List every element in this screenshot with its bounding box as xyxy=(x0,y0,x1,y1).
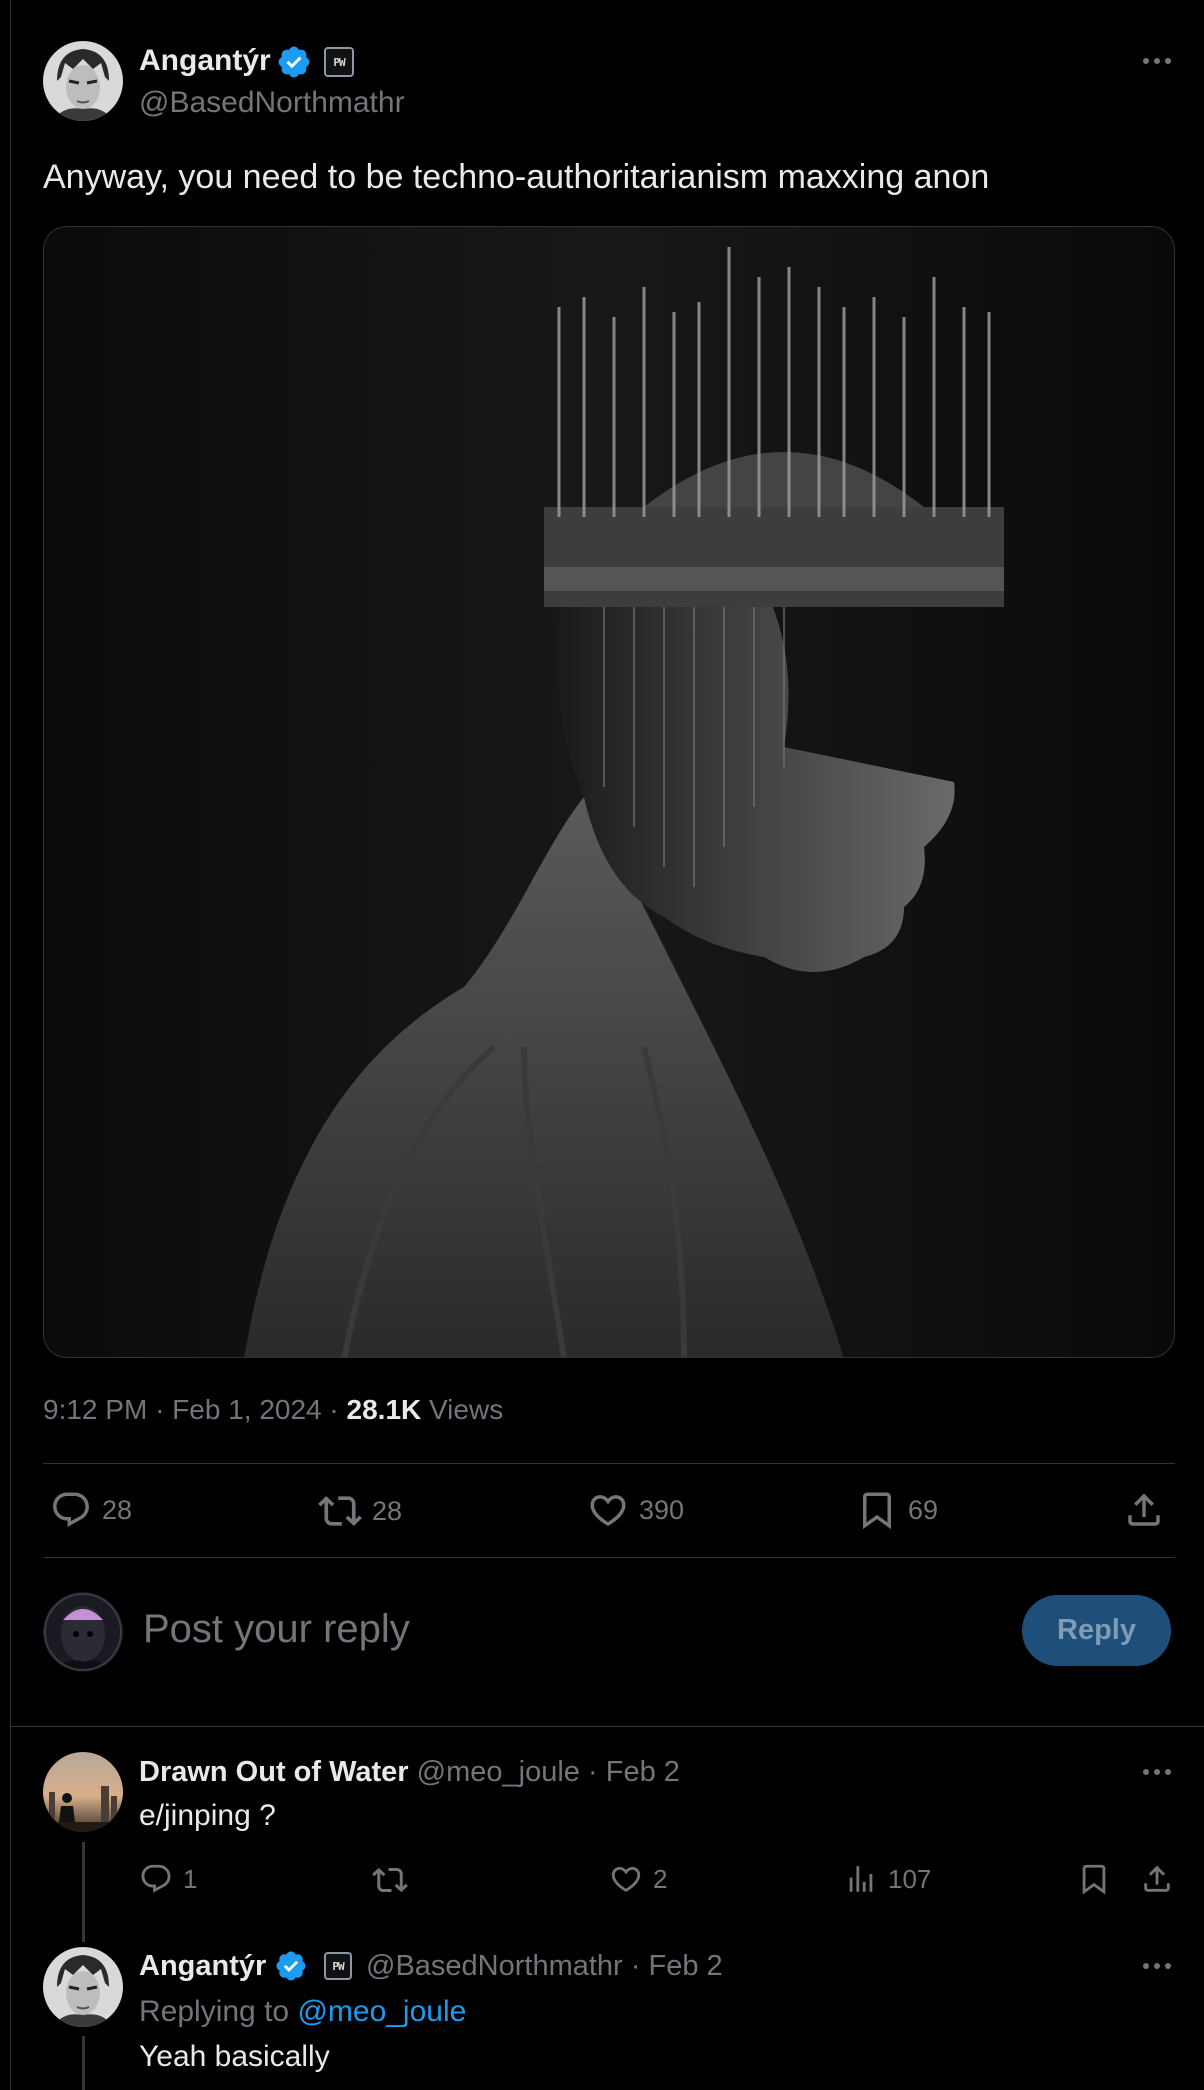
reply-text: Yeah basically xyxy=(139,2040,330,2073)
reply-author-name[interactable]: Angantýr xyxy=(139,1950,266,1983)
views-label: Views xyxy=(429,1394,504,1425)
reply-text: e/jinping ? xyxy=(139,1799,276,1832)
reply-author-handle[interactable]: @meo_joule xyxy=(417,1756,580,1788)
verified-icon[interactable] xyxy=(274,1949,308,1983)
like-action[interactable]: 2 xyxy=(609,1862,667,1896)
reply-count: 28 xyxy=(102,1494,133,1525)
thread-connector xyxy=(82,1842,85,1942)
affiliate-badge[interactable]: PW xyxy=(324,1952,352,1980)
verified-icon[interactable] xyxy=(276,44,312,80)
reply-icon xyxy=(141,1864,171,1893)
like-action[interactable]: 390 xyxy=(587,1489,684,1531)
post-timestamp: 9:12 PM · Feb 1, 2024 · 28.1K Views xyxy=(43,1394,503,1426)
separator: · xyxy=(329,1394,339,1425)
author-avatar[interactable] xyxy=(43,41,123,121)
share-action[interactable] xyxy=(1123,1489,1165,1531)
reply-author-name[interactable]: Drawn Out of Water xyxy=(139,1756,409,1788)
repost-icon xyxy=(318,1496,362,1526)
bookmark-action[interactable] xyxy=(1077,1862,1111,1896)
reply-meta: @BasedNorthmathr · Feb 2 xyxy=(366,1950,723,1983)
post-time[interactable]: 9:12 PM xyxy=(43,1394,147,1425)
reply-count: 1 xyxy=(183,1863,198,1894)
like-icon xyxy=(611,1866,641,1892)
more-icon[interactable] xyxy=(1143,1769,1171,1775)
reply-header: Drawn Out of Water @meo_joule · Feb 2 xyxy=(139,1756,680,1789)
like-count: 2 xyxy=(653,1863,668,1894)
like-count: 390 xyxy=(639,1494,685,1525)
share-action[interactable] xyxy=(1140,1862,1174,1896)
post-image[interactable] xyxy=(43,226,1175,1358)
replying-to-handle[interactable]: @meo_joule xyxy=(297,1995,466,2028)
bookmark-action[interactable]: 69 xyxy=(856,1489,938,1531)
views-icon xyxy=(849,1866,873,1892)
separator: · xyxy=(155,1394,165,1425)
repost-action[interactable]: 28 xyxy=(318,1489,402,1533)
bookmark-icon xyxy=(1082,1864,1106,1895)
share-icon xyxy=(1144,1865,1170,1892)
affiliate-badge[interactable]: PW xyxy=(324,47,354,77)
separator: · xyxy=(630,1950,641,1982)
post-text: Anyway, you need to be techno-authoritar… xyxy=(43,158,990,196)
author-name[interactable]: Angantýr xyxy=(139,44,271,78)
repost-icon xyxy=(372,1867,408,1893)
author-handle[interactable]: @BasedNorthmathr xyxy=(139,86,405,120)
reply-author-avatar[interactable] xyxy=(43,1752,123,1832)
separator: · xyxy=(588,1756,598,1788)
current-user-avatar[interactable] xyxy=(43,1592,123,1672)
divider xyxy=(43,1557,1175,1558)
column-border xyxy=(10,0,11,2090)
more-icon[interactable] xyxy=(1143,58,1171,64)
bookmark-count: 69 xyxy=(908,1494,939,1525)
reply-icon xyxy=(53,1492,89,1527)
divider xyxy=(10,1726,1204,1727)
reply-action[interactable]: 1 xyxy=(139,1862,197,1896)
post-detail-page: Angantýr PW @BasedNorthmathr Anyway, you… xyxy=(0,0,1204,2090)
more-icon[interactable] xyxy=(1143,1963,1171,1969)
reply-action[interactable]: 28 xyxy=(50,1489,132,1531)
replying-to-label: Replying to xyxy=(139,1995,290,2028)
views-count[interactable]: 28.1K xyxy=(347,1394,422,1425)
replying-to-line: Replying to @meo_joule xyxy=(139,1995,466,2029)
views-count: 107 xyxy=(888,1863,932,1894)
reply-date[interactable]: Feb 2 xyxy=(606,1756,680,1788)
share-icon xyxy=(1128,1493,1160,1526)
views-action[interactable]: 107 xyxy=(844,1862,931,1896)
reply-button[interactable]: Reply xyxy=(1022,1595,1171,1666)
repost-count: 28 xyxy=(372,1495,403,1526)
thread-connector xyxy=(82,2036,85,2090)
reply-author-avatar[interactable] xyxy=(43,1947,123,2027)
reply-author-handle[interactable]: @BasedNorthmathr xyxy=(366,1950,623,1982)
reply-input[interactable]: Post your reply xyxy=(143,1607,410,1652)
like-icon xyxy=(590,1495,626,1527)
reply-date[interactable]: Feb 2 xyxy=(649,1950,723,1982)
bookmark-icon xyxy=(863,1492,891,1530)
post-date[interactable]: Feb 1, 2024 xyxy=(172,1394,321,1425)
divider xyxy=(43,1463,1175,1464)
repost-action[interactable] xyxy=(372,1862,418,1898)
